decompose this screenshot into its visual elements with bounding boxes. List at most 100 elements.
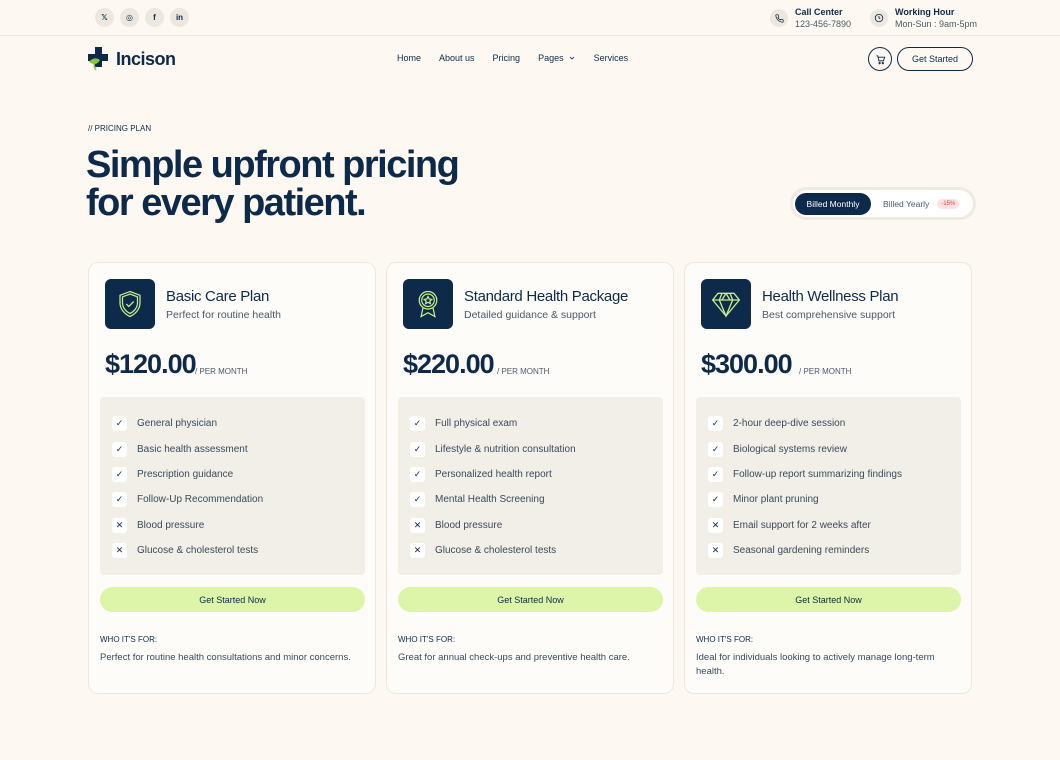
logo-icon <box>88 47 108 71</box>
feature-text: Basic health assessment <box>137 443 248 455</box>
feature-text: Follow-up report summarizing findings <box>733 468 902 480</box>
list-item: ✓ Follow-Up Recommendation <box>112 487 365 512</box>
check-icon: ✓ <box>410 416 425 432</box>
who-text: Perfect for routine health consultations… <box>100 652 351 663</box>
check-icon: ✓ <box>410 466 425 482</box>
award-ribbon-icon <box>403 279 453 329</box>
feature-list: ✓ Full physical exam ✓ Lifestyle & nutriti… <box>398 397 663 575</box>
feature-text: Minor plant pruning <box>733 494 819 506</box>
check-icon: ✓ <box>410 441 425 457</box>
plan-subtitle: Detailed guidance & support <box>464 309 596 321</box>
x-twitter-icon[interactable]: 𝕏 <box>95 8 114 27</box>
plan-subtitle: Best comprehensive support <box>762 309 896 321</box>
chevron-down-icon <box>569 56 574 60</box>
check-icon: ✓ <box>708 416 723 432</box>
phone-icon <box>770 9 788 27</box>
who-label: WHO IT'S FOR: <box>696 635 754 644</box>
brand-name: Incison <box>116 48 176 69</box>
nav-services[interactable]: Services <box>594 53 629 63</box>
cross-icon: ✕ <box>410 517 425 533</box>
get-started-now-button[interactable]: Get Started Now <box>100 587 365 612</box>
check-icon: ✓ <box>708 492 723 508</box>
check-icon: ✓ <box>708 466 723 482</box>
feature-text: Email support for 2 weeks after <box>733 519 871 531</box>
title-line-2: for every patient. <box>86 182 367 224</box>
plan-price: $120.00 <box>105 349 197 379</box>
page-title: Simple upfront pricing for every patient… <box>86 146 506 222</box>
check-icon: ✓ <box>112 416 127 432</box>
nav-pages[interactable]: Pages <box>538 53 576 63</box>
plan-price: $220.00 <box>403 349 495 379</box>
pricing-card-standard: Standard Health Package Detailed guidanc… <box>386 262 674 694</box>
get-started-button[interactable]: Get Started <box>897 47 973 71</box>
billed-yearly-label: Billed Yearly <box>883 198 930 209</box>
who-text: Great for annual check-ups and preventiv… <box>398 652 630 663</box>
nav-pricing[interactable]: Pricing <box>493 53 521 63</box>
pricing-card-basic: Basic Care Plan Perfect for routine heal… <box>88 262 376 694</box>
who-label: WHO IT'S FOR: <box>398 635 456 644</box>
billed-monthly-option[interactable]: Billed Monthly <box>795 192 871 215</box>
plan-subtitle: Perfect for routine health <box>166 309 281 321</box>
list-item: ✕ Blood pressure <box>112 513 365 538</box>
nav-about-us[interactable]: About us <box>439 53 475 63</box>
shield-check-icon <box>105 279 155 329</box>
linkedin-icon[interactable]: in <box>170 8 189 27</box>
feature-text: Biological systems review <box>733 443 847 455</box>
plan-period: / PER MONTH <box>799 367 852 376</box>
top-bar: 𝕏 ◎ f in Call Center 123-456-7890 Workin… <box>0 0 1060 36</box>
working-hour-value: Mon-Sun : 9am-5pm <box>895 19 978 29</box>
who-label: WHO IT'S FOR: <box>100 635 158 644</box>
check-icon: ✓ <box>112 441 127 457</box>
list-item: ✓ Biological systems review <box>708 436 961 461</box>
list-item: ✓ Follow-up report summarizing findings <box>708 462 961 487</box>
logo[interactable]: Incison <box>88 47 176 71</box>
list-item: ✕ Seasonal gardening reminders <box>708 538 961 563</box>
list-item: ✓ General physician <box>112 411 365 436</box>
nav-home[interactable]: Home <box>397 53 421 63</box>
call-center-number: 123-456-7890 <box>795 19 852 29</box>
title-line-1: Simple upfront pricing <box>86 144 460 186</box>
feature-text: Full physical exam <box>435 418 518 430</box>
billed-yearly-option[interactable]: Billed Yearly -15% <box>883 198 960 209</box>
list-item: ✓ Minor plant pruning <box>708 487 961 512</box>
cross-icon: ✕ <box>708 517 723 533</box>
plan-price: $300.00 <box>701 349 793 379</box>
plan-name: Standard Health Package <box>464 288 629 305</box>
feature-text: General physician <box>137 418 218 430</box>
list-item: ✕ Glucose & cholesterol tests <box>112 538 365 563</box>
call-center[interactable]: Call Center 123-456-7890 <box>770 6 851 30</box>
nav-pages-label: Pages <box>538 53 564 63</box>
feature-text: Blood pressure <box>137 519 205 531</box>
working-hours: Working Hour Mon-Sun : 9am-5pm <box>870 6 977 30</box>
list-item: ✓ Mental Health Screening <box>410 487 663 512</box>
list-item: ✓ Prescription guidance <box>112 462 365 487</box>
feature-text: Blood pressure <box>435 519 503 531</box>
cart-icon <box>875 54 885 64</box>
list-item: ✕ Glucose & cholesterol tests <box>410 538 663 563</box>
feature-text: Personalized health report <box>435 468 552 480</box>
social-links: 𝕏 ◎ f in <box>95 8 189 27</box>
who-text: Ideal for individuals looking to activel… <box>696 652 935 677</box>
feature-text: Follow-Up Recommendation <box>137 494 264 506</box>
main-nav: Home About us Pricing Pages Services <box>397 53 628 63</box>
list-item: ✕ Blood pressure <box>410 513 663 538</box>
cross-icon: ✕ <box>708 543 723 559</box>
list-item: ✕ Email support for 2 weeks after <box>708 513 961 538</box>
list-item: ✓ Full physical exam <box>410 411 663 436</box>
diamond-icon <box>701 279 751 329</box>
call-center-label: Call Center <box>795 7 843 17</box>
section-eyebrow: // PRICING PLAN <box>88 124 152 133</box>
facebook-icon[interactable]: f <box>145 8 164 27</box>
get-started-now-button[interactable]: Get Started Now <box>696 587 961 612</box>
check-icon: ✓ <box>112 466 127 482</box>
cart-button[interactable] <box>868 47 892 71</box>
get-started-now-button[interactable]: Get Started Now <box>398 587 663 612</box>
list-item: ✓ Basic health assessment <box>112 436 365 461</box>
list-item: ✓ 2-hour deep-dive session <box>708 411 961 436</box>
instagram-icon[interactable]: ◎ <box>120 8 139 27</box>
cross-icon: ✕ <box>410 543 425 559</box>
feature-list: ✓ 2-hour deep-dive session ✓ Biological sy… <box>696 397 961 575</box>
feature-text: Prescription guidance <box>137 468 234 480</box>
feature-text: Mental Health Screening <box>435 494 545 506</box>
feature-list: ✓ General physician ✓ Basic health assessm… <box>100 397 365 575</box>
